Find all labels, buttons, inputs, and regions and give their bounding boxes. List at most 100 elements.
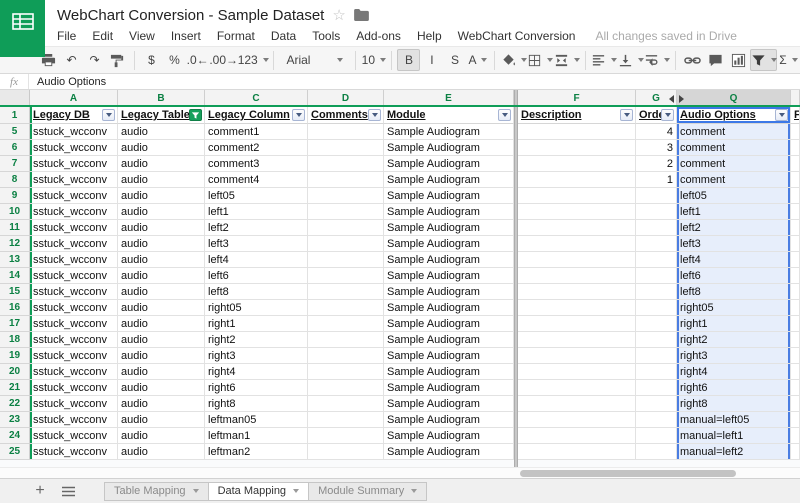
undo-button[interactable]: ↶ xyxy=(60,49,83,71)
data-cell[interactable]: Sample Audiogram xyxy=(384,172,514,188)
data-cell[interactable] xyxy=(636,396,677,412)
data-cell[interactable]: right4 xyxy=(677,364,791,380)
folder-icon[interactable] xyxy=(354,9,369,21)
data-cell[interactable]: 2 xyxy=(636,156,677,172)
data-cell[interactable] xyxy=(308,364,384,380)
menu-insert[interactable]: Insert xyxy=(163,26,209,46)
data-cell[interactable]: audio xyxy=(118,364,205,380)
text-wrap-button[interactable] xyxy=(644,49,671,71)
data-cell[interactable] xyxy=(791,156,800,172)
data-cell[interactable]: comment xyxy=(677,172,791,188)
data-cell[interactable]: audio xyxy=(118,188,205,204)
borders-button[interactable] xyxy=(527,49,554,71)
header-cell[interactable]: Comments xyxy=(308,107,384,124)
data-cell[interactable] xyxy=(308,284,384,300)
data-cell[interactable]: Sample Audiogram xyxy=(384,156,514,172)
data-cell[interactable]: left1 xyxy=(205,204,308,220)
data-cell[interactable]: Sample Audiogram xyxy=(384,140,514,156)
data-cell[interactable]: leftman2 xyxy=(205,444,308,460)
header-cell[interactable]: Fi xyxy=(791,107,800,124)
all-sheets-button[interactable] xyxy=(53,486,83,497)
menu-tools[interactable]: Tools xyxy=(304,26,348,46)
data-cell[interactable] xyxy=(791,284,800,300)
data-cell[interactable]: right4 xyxy=(205,364,308,380)
data-cell[interactable]: sstuck_wcconv xyxy=(30,380,118,396)
data-cell[interactable] xyxy=(308,124,384,140)
frozen-pane-divider[interactable] xyxy=(514,90,518,467)
data-cell[interactable] xyxy=(636,300,677,316)
data-cell[interactable]: right1 xyxy=(677,316,791,332)
data-cell[interactable] xyxy=(518,332,636,348)
data-cell[interactable] xyxy=(518,268,636,284)
filter-dropdown-button[interactable] xyxy=(775,109,788,121)
data-cell[interactable] xyxy=(518,172,636,188)
horizontal-scrollbar-thumb[interactable] xyxy=(520,470,736,477)
data-cell[interactable]: sstuck_wcconv xyxy=(30,428,118,444)
data-cell[interactable]: comment xyxy=(677,140,791,156)
data-cell[interactable]: sstuck_wcconv xyxy=(30,300,118,316)
data-cell[interactable]: audio xyxy=(118,300,205,316)
data-cell[interactable]: audio xyxy=(118,444,205,460)
data-cell[interactable]: sstuck_wcconv xyxy=(30,220,118,236)
data-cell[interactable] xyxy=(791,316,800,332)
data-cell[interactable] xyxy=(308,220,384,236)
row-number-5[interactable]: 5 xyxy=(0,124,30,140)
data-cell[interactable]: audio xyxy=(118,236,205,252)
star-icon[interactable]: ☆ xyxy=(332,6,345,24)
font-family-button[interactable]: Arial xyxy=(279,49,350,71)
data-cell[interactable] xyxy=(791,172,800,188)
data-cell[interactable] xyxy=(308,236,384,252)
row-number-17[interactable]: 17 xyxy=(0,316,30,332)
menu-file[interactable]: File xyxy=(49,26,84,46)
data-cell[interactable] xyxy=(308,444,384,460)
filter-dropdown-button[interactable] xyxy=(661,109,674,121)
header-cell[interactable]: Legacy DB xyxy=(30,107,118,124)
data-cell[interactable]: right3 xyxy=(205,348,308,364)
data-cell[interactable]: sstuck_wcconv xyxy=(30,364,118,380)
data-cell[interactable] xyxy=(518,188,636,204)
data-cell[interactable]: 3 xyxy=(636,140,677,156)
data-cell[interactable]: audio xyxy=(118,428,205,444)
data-cell[interactable]: left3 xyxy=(677,236,791,252)
sheet-tab-table-mapping[interactable]: Table Mapping xyxy=(104,482,209,501)
header-cell[interactable]: Audio Options xyxy=(677,107,791,124)
data-cell[interactable]: right6 xyxy=(205,380,308,396)
paint-format-button[interactable] xyxy=(106,49,129,71)
data-cell[interactable] xyxy=(518,252,636,268)
data-cell[interactable]: Sample Audiogram xyxy=(384,316,514,332)
horizontal-align-button[interactable] xyxy=(591,49,618,71)
data-cell[interactable]: left2 xyxy=(677,220,791,236)
filter-dropdown-button[interactable] xyxy=(102,109,115,121)
data-cell[interactable] xyxy=(636,236,677,252)
header-cell[interactable]: Legacy Table xyxy=(118,107,205,124)
row-number-22[interactable]: 22 xyxy=(0,396,30,412)
data-cell[interactable]: left2 xyxy=(205,220,308,236)
add-sheet-button[interactable]: + xyxy=(27,483,53,499)
data-cell[interactable]: audio xyxy=(118,204,205,220)
data-cell[interactable] xyxy=(791,188,800,204)
menu-webchart-conversion[interactable]: WebChart Conversion xyxy=(450,26,584,46)
insert-comment-button[interactable] xyxy=(704,49,727,71)
filter-active-icon[interactable] xyxy=(189,109,202,121)
data-cell[interactable] xyxy=(636,332,677,348)
data-cell[interactable]: Sample Audiogram xyxy=(384,444,514,460)
row-number-14[interactable]: 14 xyxy=(0,268,30,284)
row-number-25[interactable]: 25 xyxy=(0,444,30,460)
data-cell[interactable]: sstuck_wcconv xyxy=(30,236,118,252)
row-number-9[interactable]: 9 xyxy=(0,188,30,204)
increase-decimal-button[interactable]: .00→ xyxy=(209,49,238,71)
data-cell[interactable]: 1 xyxy=(636,172,677,188)
functions-button[interactable]: Σ xyxy=(777,49,800,71)
data-cell[interactable] xyxy=(308,188,384,204)
data-cell[interactable] xyxy=(308,140,384,156)
data-cell[interactable]: right3 xyxy=(677,348,791,364)
data-cell[interactable]: Sample Audiogram xyxy=(384,412,514,428)
data-cell[interactable]: audio xyxy=(118,380,205,396)
data-cell[interactable] xyxy=(636,428,677,444)
insert-link-button[interactable] xyxy=(681,49,704,71)
data-cell[interactable]: sstuck_wcconv xyxy=(30,268,118,284)
data-cell[interactable]: sstuck_wcconv xyxy=(30,316,118,332)
data-cell[interactable]: Sample Audiogram xyxy=(384,268,514,284)
data-cell[interactable] xyxy=(308,252,384,268)
data-cell[interactable] xyxy=(791,252,800,268)
